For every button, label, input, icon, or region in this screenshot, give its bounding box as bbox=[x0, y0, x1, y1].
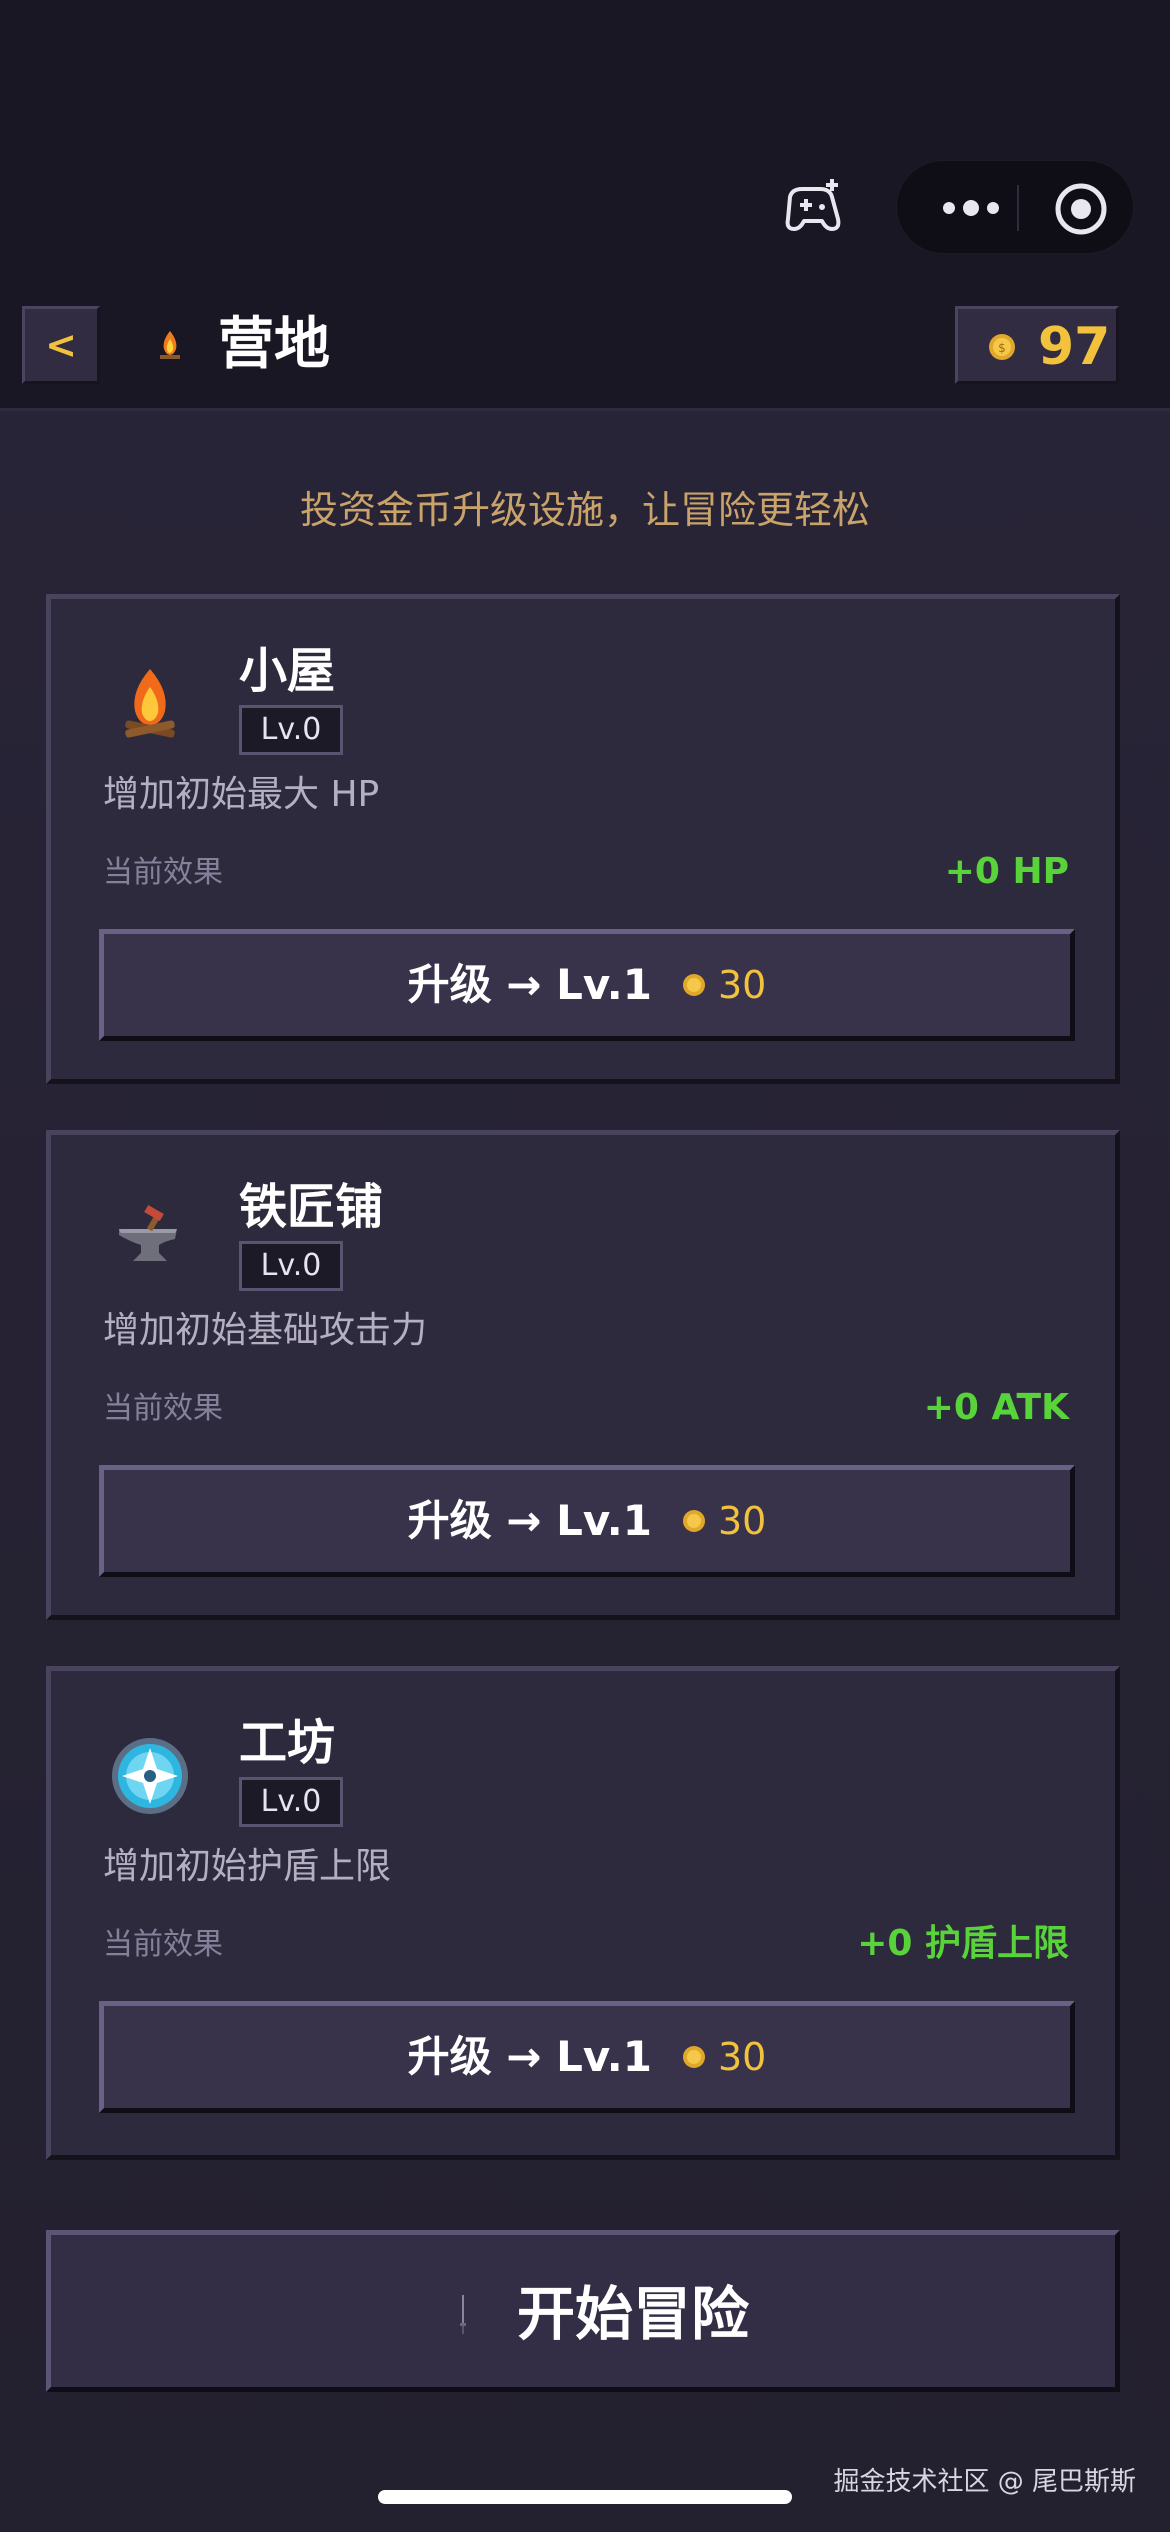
level-badge: Lv.0 bbox=[239, 705, 343, 755]
upgrade-cost: 30 bbox=[717, 1499, 767, 1543]
shield-icon bbox=[112, 1738, 188, 1814]
facility-card-cabin: 小屋 Lv.0 增加初始最大 HP 当前效果 +0 HP 升级 → Lv.1 3… bbox=[46, 594, 1120, 1084]
svg-text:$: $ bbox=[998, 341, 1006, 355]
start-adventure-button[interactable]: 开始冒险 bbox=[46, 2230, 1120, 2392]
facility-name: 小屋 bbox=[239, 643, 336, 699]
game-controller-icon[interactable] bbox=[780, 175, 846, 235]
coin-count: 97 bbox=[1038, 317, 1111, 377]
coin-icon: $ bbox=[989, 334, 1015, 360]
facility-card-workshop: 工坊 Lv.0 增加初始护盾上限 当前效果 +0 护盾上限 升级 → Lv.1 … bbox=[46, 1666, 1120, 2160]
anvil-icon bbox=[119, 1205, 177, 1261]
facility-name: 工坊 bbox=[239, 1715, 336, 1771]
facility-description: 增加初始护盾上限 bbox=[103, 1846, 392, 1887]
level-badge: Lv.0 bbox=[239, 1241, 343, 1291]
effect-value: +0 护盾上限 bbox=[857, 1923, 1069, 1964]
coin-counter: $ 97 bbox=[955, 306, 1119, 384]
upgrade-label: 升级 → Lv.1 bbox=[407, 2032, 652, 2081]
sword-icon bbox=[460, 2295, 466, 2334]
capsule-divider bbox=[1017, 185, 1019, 231]
coin-icon bbox=[682, 974, 705, 996]
miniprogram-capsule bbox=[896, 160, 1134, 254]
upgrade-label: 升级 → Lv.1 bbox=[407, 960, 652, 1009]
effect-label: 当前效果 bbox=[103, 1927, 223, 1962]
upgrade-label: 升级 → Lv.1 bbox=[407, 1496, 652, 1545]
coin-icon bbox=[682, 1510, 705, 1532]
upgrade-button[interactable]: 升级 → Lv.1 30 bbox=[99, 1465, 1075, 1577]
effect-label: 当前效果 bbox=[103, 855, 223, 890]
home-indicator[interactable] bbox=[378, 2490, 792, 2504]
level-badge: Lv.0 bbox=[239, 1777, 343, 1827]
facility-description: 增加初始基础攻击力 bbox=[103, 1310, 428, 1351]
back-button[interactable]: < bbox=[22, 306, 100, 384]
header-divider bbox=[0, 408, 1170, 411]
upgrade-button[interactable]: 升级 → Lv.1 30 bbox=[99, 2001, 1075, 2113]
effect-value: +0 HP bbox=[944, 851, 1069, 892]
effect-label: 当前效果 bbox=[103, 1391, 223, 1426]
top-bar bbox=[0, 0, 1170, 300]
back-chevron-icon: < bbox=[45, 323, 77, 367]
watermark: 掘金技术社区 @ 尾巴斯斯 bbox=[833, 2467, 1136, 2497]
close-target-icon[interactable] bbox=[1053, 181, 1109, 237]
page-subtitle: 投资金币升级设施，让冒险更轻松 bbox=[299, 488, 870, 532]
effect-value: +0 ATK bbox=[923, 1387, 1069, 1428]
facility-card-blacksmith: 铁匠铺 Lv.0 增加初始基础攻击力 当前效果 +0 ATK 升级 → Lv.1… bbox=[46, 1130, 1120, 1620]
page-title: 营地 bbox=[218, 312, 330, 377]
camp-screen: < 营地 $ 97 投资金币升级设施，让冒险更轻松 小屋 Lv.0 增加初始最大… bbox=[0, 0, 1170, 2532]
upgrade-cost: 30 bbox=[717, 963, 767, 1007]
campfire-icon bbox=[160, 331, 180, 359]
start-adventure-label: 开始冒险 bbox=[517, 2280, 750, 2348]
facility-description: 增加初始最大 HP bbox=[103, 774, 380, 815]
facility-name: 铁匠铺 bbox=[239, 1179, 384, 1235]
coin-icon bbox=[682, 2046, 705, 2068]
upgrade-cost: 30 bbox=[717, 2035, 767, 2079]
more-icon[interactable] bbox=[925, 183, 1015, 233]
campfire-icon bbox=[125, 669, 175, 738]
upgrade-button[interactable]: 升级 → Lv.1 30 bbox=[99, 929, 1075, 1041]
